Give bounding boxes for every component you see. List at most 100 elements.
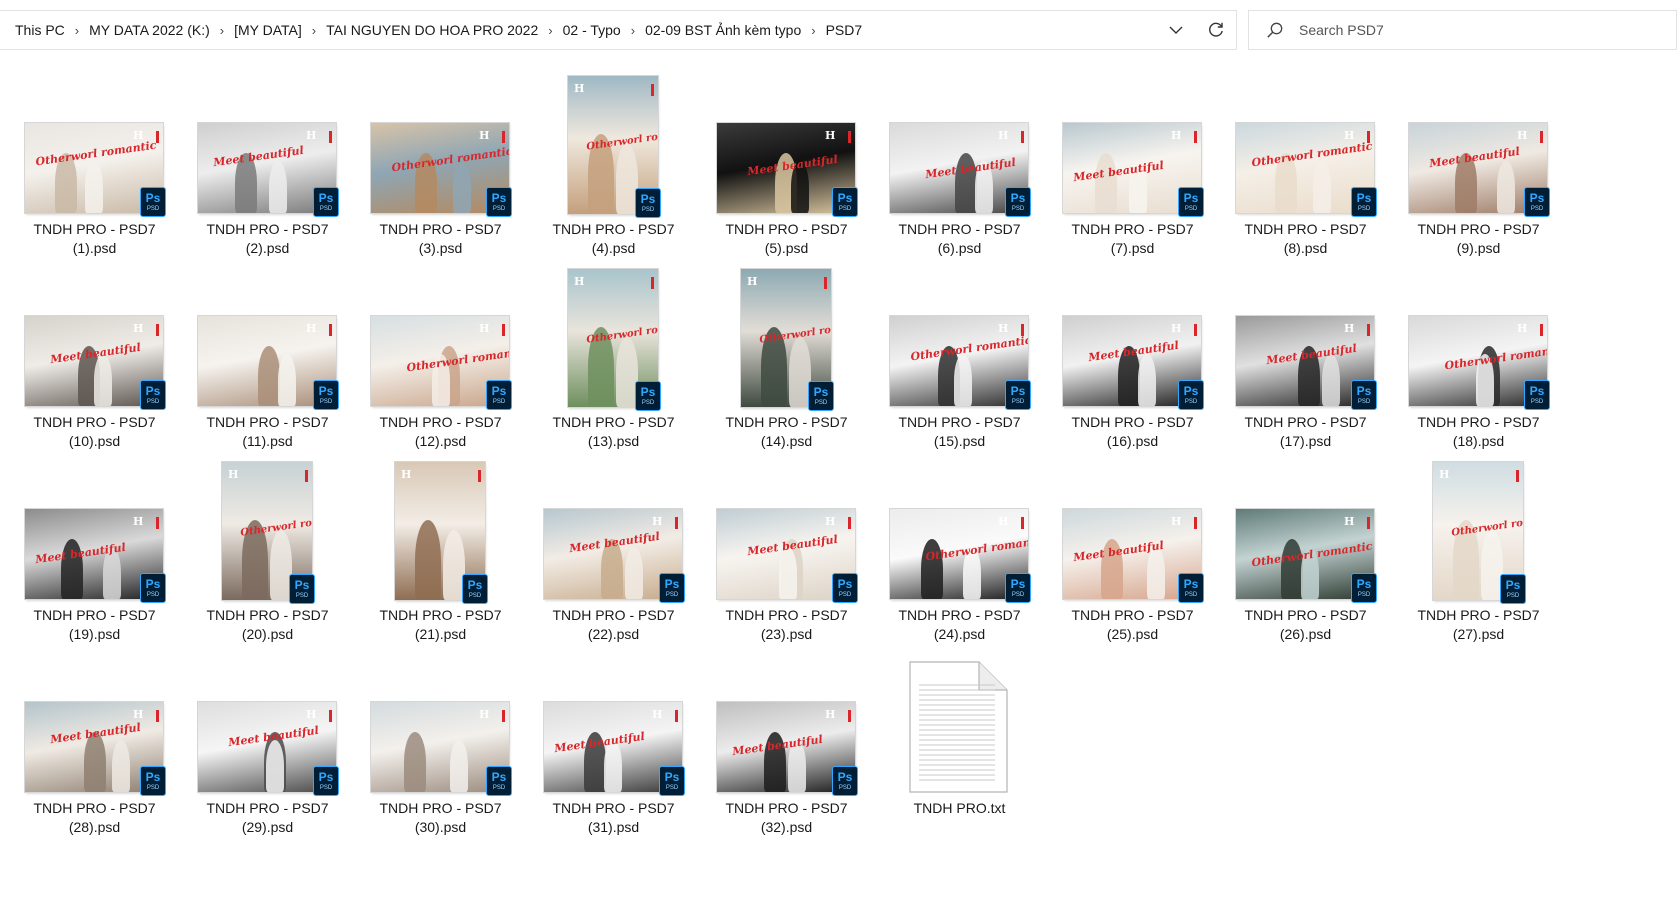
file-name-line: TNDH PRO - PSD7 xyxy=(206,414,329,430)
photoshop-icon: Ps PSD xyxy=(832,766,858,796)
file-name-line: TNDH PRO - PSD7 xyxy=(552,414,675,430)
file-name-line: (25).psd xyxy=(1106,626,1159,642)
file-item[interactable]: Meet beautiful H Ps PSD TNDH PRO - PSD7 (16).… xyxy=(1046,263,1219,453)
photoshop-icon: Ps PSD xyxy=(313,187,339,217)
file-grid: Otherworl romantic H Ps PSD TNDH PRO - PSD7 (… xyxy=(8,70,1568,890)
file-name-line: (7).psd xyxy=(1110,240,1155,256)
file-name-line: (21).psd xyxy=(414,626,467,642)
file-thumbnail-area: Otherworl romantic H Ps PSD xyxy=(1392,456,1565,604)
file-name: TNDH PRO - PSD7 (15).psd xyxy=(873,413,1046,451)
file-name-line: TNDH PRO - PSD7 xyxy=(898,607,1021,623)
file-name-line: TNDH PRO - PSD7 xyxy=(898,414,1021,430)
file-item[interactable]: Otherworl romantic H Ps PSD TNDH PRO - PSD7 (… xyxy=(354,263,527,453)
file-item[interactable]: Meet beautiful H Ps PSD TNDH PRO - PSD7 (6).p… xyxy=(873,70,1046,260)
file-thumbnail-area: Otherworl romantic H Ps PSD xyxy=(527,70,700,218)
file-name-line: TNDH PRO - PSD7 xyxy=(1244,221,1367,237)
file-name-line: (18).psd xyxy=(1452,433,1505,449)
file-item[interactable]: Otherworl romantic H Ps PSD TNDH PRO - PSD7 (… xyxy=(354,70,527,260)
file-item[interactable]: Otherworl romantic H Ps PSD TNDH PRO - PSD7 (… xyxy=(1219,70,1392,260)
file-name: TNDH PRO - PSD7 (24).psd xyxy=(873,606,1046,644)
chevron-right-icon[interactable]: › xyxy=(68,23,86,38)
file-name: TNDH PRO - PSD7 (13).psd xyxy=(527,413,700,451)
photoshop-icon: Ps PSD xyxy=(140,766,166,796)
file-item[interactable]: Otherworl romantic H Ps PSD TNDH PRO - PSD7 (… xyxy=(700,263,873,453)
file-item[interactable]: Otherworl romantic H Ps PSD TNDH PRO - PSD7 (… xyxy=(1219,456,1392,646)
file-item[interactable]: Meet beautiful H Ps PSD TNDH PRO - PSD7 (25).… xyxy=(1046,456,1219,646)
file-item[interactable]: Meet beautiful H Ps PSD TNDH PRO - PSD7 (7).p… xyxy=(1046,70,1219,260)
file-item[interactable]: H Ps PSD TNDH PRO - PSD7 (21).psd xyxy=(354,456,527,646)
search-icon xyxy=(1265,20,1285,40)
breadcrumb-item-my-data[interactable]: [MY DATA] xyxy=(231,22,305,38)
file-item[interactable]: Meet beautiful H Ps PSD TNDH PRO - PSD7 (29).… xyxy=(181,649,354,839)
file-item[interactable]: H Ps PSD TNDH PRO - PSD7 (30).psd xyxy=(354,649,527,839)
file-name-line: TNDH PRO.txt xyxy=(913,800,1006,816)
file-thumbnail-area: Meet beautiful H Ps PSD xyxy=(700,649,873,796)
file-item[interactable]: Otherworl romantic H Ps PSD TNDH PRO - PSD7 (… xyxy=(1392,263,1565,453)
file-name-line: (11).psd xyxy=(242,433,293,449)
file-name: TNDH PRO - PSD7 (6).psd xyxy=(873,220,1046,258)
file-item[interactable]: Meet beautiful H Ps PSD TNDH PRO - PSD7 (17).… xyxy=(1219,263,1392,453)
file-name-line: (16).psd xyxy=(1106,433,1159,449)
file-item[interactable]: Meet beautiful H Ps PSD TNDH PRO - PSD7 (31).… xyxy=(527,649,700,839)
file-name: TNDH PRO - PSD7 (17).psd xyxy=(1219,413,1392,451)
chevron-right-icon[interactable]: › xyxy=(305,23,323,38)
file-name-line: TNDH PRO - PSD7 xyxy=(1071,221,1194,237)
file-name: TNDH PRO - PSD7 (11).psd xyxy=(181,413,354,451)
breadcrumb-item-this-pc[interactable]: This PC xyxy=(12,22,68,38)
file-name-line: TNDH PRO - PSD7 xyxy=(206,607,329,623)
breadcrumb-item-typo[interactable]: 02 - Typo xyxy=(560,22,624,38)
file-thumbnail-area: Meet beautiful H Ps PSD xyxy=(527,649,700,796)
photoshop-icon: Ps PSD xyxy=(486,380,512,410)
chevron-right-icon[interactable]: › xyxy=(804,23,822,38)
file-item[interactable]: Meet beautiful H Ps PSD TNDH PRO - PSD7 (32).… xyxy=(700,649,873,839)
breadcrumb-item-current[interactable]: PSD7 xyxy=(823,22,866,38)
file-item[interactable]: Otherworl romantic H Ps PSD TNDH PRO - PSD7 (… xyxy=(8,70,181,260)
chevron-right-icon[interactable]: › xyxy=(541,23,559,38)
file-item[interactable]: Meet beautiful H Ps PSD TNDH PRO - PSD7 (2).p… xyxy=(181,70,354,260)
file-item[interactable]: Meet beautiful H Ps PSD TNDH PRO - PSD7 (23).… xyxy=(700,456,873,646)
file-item[interactable]: Otherworl romantic H Ps PSD TNDH PRO - PSD7 (… xyxy=(181,456,354,646)
file-item[interactable]: Otherworl romantic H Ps PSD TNDH PRO - PSD7 (… xyxy=(527,70,700,260)
file-item[interactable]: Otherworl romantic H Ps PSD TNDH PRO - PSD7 (… xyxy=(527,263,700,453)
file-name-line: (22).psd xyxy=(587,626,640,642)
file-item[interactable]: Meet beautiful H Ps PSD TNDH PRO - PSD7 (22).… xyxy=(527,456,700,646)
file-thumbnail-area: Meet beautiful H Ps PSD xyxy=(1046,263,1219,410)
file-item[interactable]: Otherworl romantic H Ps PSD TNDH PRO - PSD7 (… xyxy=(1392,456,1565,646)
file-item[interactable]: Meet beautiful H Ps PSD TNDH PRO - PSD7 (28).… xyxy=(8,649,181,839)
file-item[interactable]: Meet beautiful H Ps PSD TNDH PRO - PSD7 (5).p… xyxy=(700,70,873,260)
breadcrumb-item-resources[interactable]: TAI NGUYEN DO HOA PRO 2022 xyxy=(323,22,541,38)
breadcrumb-item-collection[interactable]: 02-09 BST Ảnh kèm typo xyxy=(642,22,804,38)
photoshop-icon: Ps PSD xyxy=(832,187,858,217)
file-name-line: (24).psd xyxy=(933,626,986,642)
file-item[interactable]: Meet beautiful H Ps PSD TNDH PRO - PSD7 (9).p… xyxy=(1392,70,1565,260)
photoshop-icon: Ps PSD xyxy=(1351,187,1377,217)
search-input[interactable] xyxy=(1297,21,1641,39)
file-name-line: (4).psd xyxy=(591,240,636,256)
file-name-line: (26).psd xyxy=(1279,626,1332,642)
file-name-line: TNDH PRO - PSD7 xyxy=(33,221,156,237)
chevron-right-icon[interactable]: › xyxy=(624,23,642,38)
breadcrumb: This PC › MY DATA 2022 (K:) › [MY DATA] … xyxy=(0,11,1156,49)
file-item[interactable]: Otherworl romantic H Ps PSD TNDH PRO - PSD7 (… xyxy=(873,456,1046,646)
photoshop-icon: Ps PSD xyxy=(140,187,166,217)
address-history-dropdown[interactable] xyxy=(1156,11,1196,49)
breadcrumb-item-drive[interactable]: MY DATA 2022 (K:) xyxy=(86,22,213,38)
address-bar[interactable]: This PC › MY DATA 2022 (K:) › [MY DATA] … xyxy=(0,10,1237,50)
file-name-line: TNDH PRO - PSD7 xyxy=(1071,607,1194,623)
file-name: TNDH PRO - PSD7 (27).psd xyxy=(1392,606,1565,644)
refresh-button[interactable] xyxy=(1196,11,1236,49)
photoshop-icon: Ps PSD xyxy=(1500,574,1526,604)
file-item[interactable]: TNDH PRO.txt xyxy=(873,649,1046,839)
chevron-right-icon[interactable]: › xyxy=(213,23,231,38)
file-item[interactable]: H Ps PSD TNDH PRO - PSD7 (11).psd xyxy=(181,263,354,453)
file-item[interactable]: Meet beautiful H Ps PSD TNDH PRO - PSD7 (10).… xyxy=(8,263,181,453)
photoshop-icon: Ps PSD xyxy=(140,380,166,410)
file-name: TNDH PRO - PSD7 (23).psd xyxy=(700,606,873,644)
file-thumbnail-area: Meet beautiful H Ps PSD xyxy=(700,456,873,603)
file-name-line: TNDH PRO - PSD7 xyxy=(898,221,1021,237)
file-item[interactable]: Meet beautiful H Ps PSD TNDH PRO - PSD7 (19).… xyxy=(8,456,181,646)
photoshop-icon: Ps PSD xyxy=(832,573,858,603)
file-item[interactable]: Otherworl romantic H Ps PSD TNDH PRO - PSD7 (… xyxy=(873,263,1046,453)
search-box[interactable] xyxy=(1248,10,1677,50)
photoshop-icon: Ps PSD xyxy=(462,574,488,604)
